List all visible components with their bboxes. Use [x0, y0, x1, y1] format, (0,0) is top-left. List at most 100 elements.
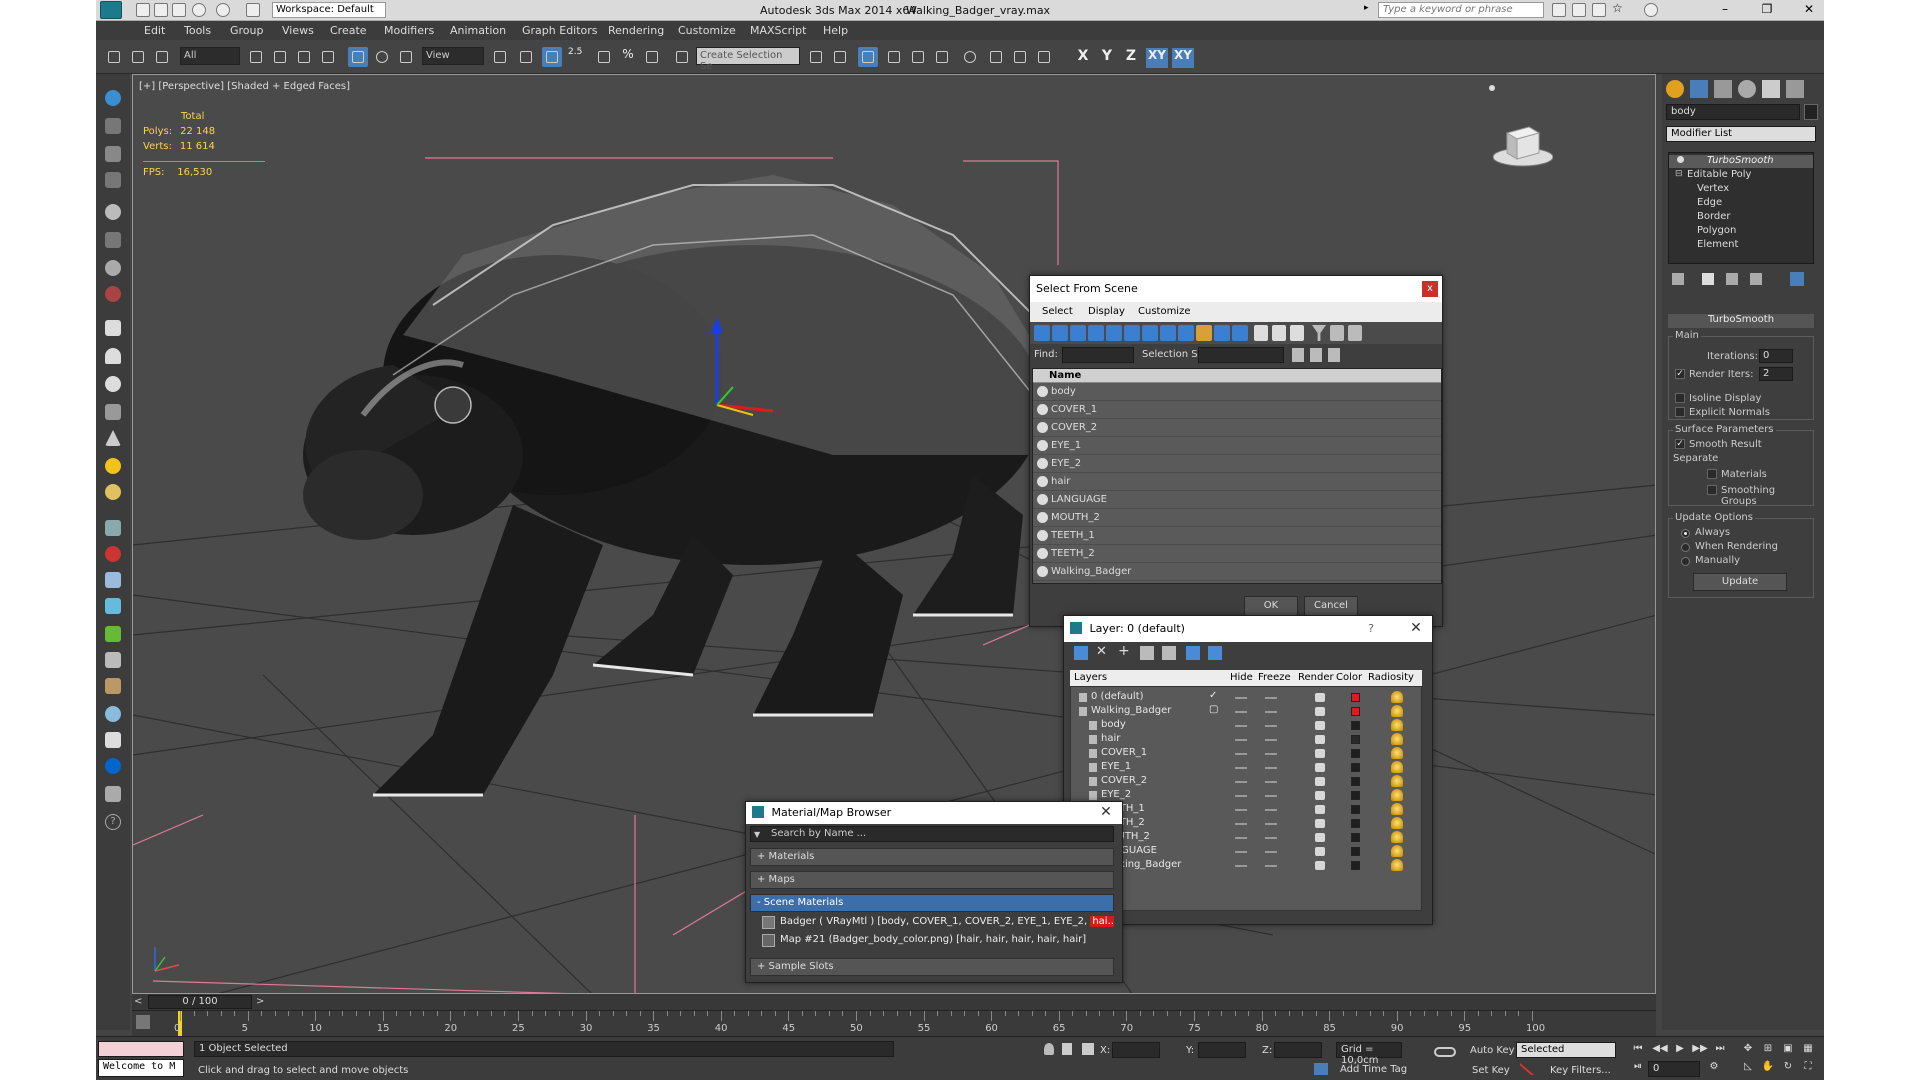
render-iters-checkbox[interactable]: ✓ — [1675, 369, 1685, 379]
create-tab-icon[interactable] — [1666, 80, 1684, 98]
scene-explorer-icon[interactable] — [105, 146, 121, 162]
app-logo-icon[interactable] — [100, 1, 122, 19]
stack-item-editable-poly[interactable]: Editable Poly — [1687, 169, 1751, 180]
perspective-viewport[interactable]: [+] [Perspective] [Shaded + Edged Faces]… — [132, 74, 1656, 994]
modifier-list-dropdown[interactable]: Modifier List — [1666, 126, 1816, 142]
iterations-spinner[interactable]: 0 — [1759, 349, 1793, 363]
object-color-swatch[interactable] — [1804, 104, 1818, 120]
selection-set-dropdown[interactable] — [1198, 347, 1284, 363]
axis-z-button[interactable]: Z — [1120, 48, 1142, 68]
save-file-icon[interactable] — [172, 3, 186, 17]
go-to-start-button[interactable]: ⏮ — [1630, 1043, 1646, 1057]
axis-y-button[interactable]: Y — [1096, 48, 1118, 68]
hide-toggle[interactable] — [1235, 837, 1247, 839]
hide-toggle[interactable] — [1235, 851, 1247, 853]
freeze-toggle[interactable] — [1265, 837, 1277, 839]
render-teapot-icon[interactable] — [1315, 861, 1325, 870]
viewport-label[interactable]: [+] [Perspective] [Shaded + Edged Faces] — [139, 81, 350, 92]
scene-object-row[interactable]: body — [1033, 383, 1441, 401]
key-filters-button[interactable]: Key Filters... — [1550, 1065, 1611, 1076]
layer-color-swatch[interactable] — [1351, 735, 1360, 744]
filter-hidden-icon[interactable] — [1232, 325, 1248, 341]
hemisphere-icon[interactable] — [105, 404, 121, 420]
bones-icon[interactable] — [105, 232, 121, 248]
layer-color-swatch[interactable] — [1351, 763, 1360, 772]
hide-all-layers-icon[interactable] — [1186, 646, 1200, 660]
col-hide[interactable]: Hide — [1230, 672, 1253, 683]
curve-editor-icon[interactable] — [908, 47, 928, 67]
sphere-helper-icon[interactable] — [105, 204, 121, 220]
align-icon[interactable] — [830, 47, 850, 67]
separate-materials-checkbox[interactable] — [1707, 469, 1717, 479]
rendered-frame-window-icon[interactable] — [1010, 47, 1030, 67]
update-button[interactable]: Update — [1693, 573, 1787, 591]
axis-xy-cycle-button[interactable]: XY — [1172, 48, 1194, 68]
selection-lock-icon[interactable] — [1062, 1043, 1072, 1055]
hide-toggle[interactable] — [1235, 809, 1247, 811]
scene-object-row[interactable]: COVER_1 — [1033, 401, 1441, 419]
time-slider-track[interactable]: < 0 / 100 > — [132, 994, 1656, 1010]
freeze-toggle[interactable] — [1265, 795, 1277, 797]
hide-toggle[interactable] — [1235, 725, 1247, 727]
isoline-display-checkbox[interactable] — [1675, 393, 1685, 403]
hide-toggle[interactable] — [1235, 823, 1247, 825]
hide-toggle[interactable] — [1235, 865, 1247, 867]
sfs-menu-display[interactable]: Display — [1088, 306, 1125, 317]
menu-create[interactable]: Create — [330, 24, 367, 37]
modifier-bulb-icon[interactable] — [1677, 156, 1684, 163]
sun-light-icon[interactable] — [105, 458, 121, 474]
expand-toggle-icon[interactable]: ⊟ — [1675, 169, 1683, 179]
render-teapot-icon[interactable] — [1315, 763, 1325, 772]
material-browser-close-button[interactable]: ✕ — [1098, 804, 1114, 820]
search-input[interactable]: Type a keyword or phrase — [1378, 2, 1544, 18]
select-scale-icon[interactable] — [396, 47, 416, 67]
render-teapot-icon[interactable] — [1315, 693, 1325, 702]
layer-dialog-help-button[interactable]: ? — [1368, 622, 1374, 635]
container-icon[interactable] — [105, 90, 121, 106]
cancel-button[interactable]: Cancel — [1304, 596, 1358, 616]
freeze-toggle[interactable] — [1265, 781, 1277, 783]
freeze-toggle[interactable] — [1265, 809, 1277, 811]
hide-toggle[interactable] — [1235, 753, 1247, 755]
communication-icon[interactable] — [1592, 3, 1606, 17]
next-key-button[interactable]: ▶▶ — [1692, 1043, 1708, 1057]
go-to-end-button[interactable]: ⏭ — [1712, 1043, 1728, 1057]
layer-color-swatch[interactable] — [1351, 805, 1360, 814]
maximize-button[interactable]: ❐ — [1752, 2, 1782, 18]
device-icon[interactable] — [105, 786, 121, 802]
show-end-result-icon[interactable] — [1702, 273, 1714, 285]
freeze-toggle[interactable] — [1265, 711, 1277, 713]
set-key-button[interactable]: Set Key — [1472, 1065, 1510, 1076]
time-tag-icon[interactable] — [1314, 1063, 1328, 1075]
radiosity-icon[interactable] — [1391, 789, 1403, 801]
radiosity-icon[interactable] — [1391, 747, 1403, 759]
render-teapot-icon[interactable] — [1315, 847, 1325, 856]
schematic-view-icon[interactable] — [932, 47, 952, 67]
set-key-filter-icon[interactable] — [1520, 1063, 1534, 1075]
filter-spacewarps-icon[interactable] — [1124, 325, 1140, 341]
key-icon[interactable] — [1434, 1047, 1456, 1057]
render-setup-icon[interactable] — [986, 47, 1006, 67]
hide-toggle[interactable] — [1235, 711, 1247, 713]
layer-color-swatch[interactable] — [1351, 693, 1360, 702]
stack-item-turbosmooth[interactable]: TurboSmooth — [1707, 155, 1774, 166]
layer-row[interactable]: Walking_Badger — [1071, 857, 1423, 874]
select-all-icon[interactable] — [1254, 325, 1268, 341]
edit-named-selection-icon[interactable] — [672, 47, 692, 67]
col-color[interactable]: Color — [1336, 672, 1362, 683]
timeline-ruler[interactable]: 0 5 10 15 20 25 30 35 40 45 50 55 60 65 70 75 80 85 90 95 10… — [132, 1010, 1656, 1037]
subscription-icon[interactable] — [1572, 3, 1586, 17]
select-move-icon[interactable] — [348, 47, 368, 67]
minimize-button[interactable]: – — [1710, 2, 1740, 18]
current-layer-marker[interactable]: ▢ — [1209, 704, 1218, 715]
zoom-extents-all-icon[interactable]: ▦ — [1800, 1043, 1816, 1057]
selection-set-create-icon[interactable] — [1292, 348, 1304, 362]
scene-object-row[interactable]: TEETH_2 — [1033, 545, 1441, 563]
hide-toggle[interactable] — [1235, 781, 1247, 783]
previous-frame-button[interactable]: < — [134, 996, 146, 1008]
globe-icon[interactable] — [105, 758, 121, 774]
layer-color-swatch[interactable] — [1351, 777, 1360, 786]
maxscript-mini-listener[interactable]: Welcome to M — [98, 1059, 184, 1077]
menu-group[interactable]: Group — [230, 24, 264, 37]
keyboard-shortcut-override-icon[interactable] — [542, 47, 562, 67]
